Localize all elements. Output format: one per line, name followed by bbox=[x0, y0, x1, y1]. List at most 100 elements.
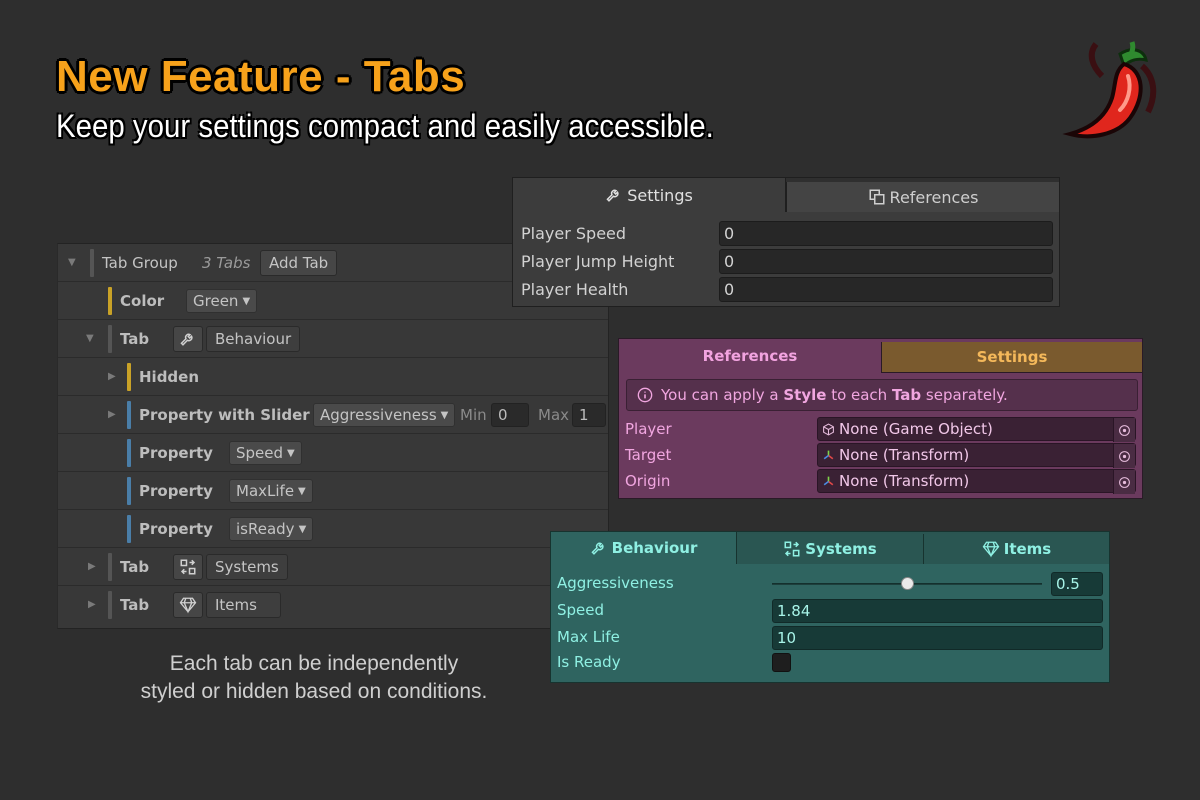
hidden-label: Hidden bbox=[139, 368, 200, 386]
player-health-field[interactable]: 0 bbox=[719, 276, 1053, 302]
max-life-label: Max Life bbox=[557, 628, 620, 646]
origin-reference-label: Origin bbox=[625, 472, 671, 490]
tab-settings-label: Settings bbox=[976, 348, 1048, 366]
tab-behaviour[interactable]: Behaviour bbox=[551, 532, 737, 564]
row-accent-bar bbox=[108, 553, 112, 581]
caption: Each tab can be independently styled or … bbox=[140, 650, 488, 706]
object-picker-icon[interactable] bbox=[1113, 470, 1135, 494]
tab-settings-label: Settings bbox=[627, 185, 693, 205]
property-dropdown[interactable]: isReady ▼ bbox=[229, 517, 314, 541]
player-speed-row: Player Speed 0 bbox=[521, 220, 1053, 246]
slider-property-row: ▶ Property with Slider Aggressiveness ▼ M… bbox=[58, 396, 608, 434]
headline-title: New Feature - Tabs bbox=[56, 52, 466, 101]
foldout-expanded-icon[interactable]: ▼ bbox=[86, 334, 96, 344]
tab-references-label: References bbox=[702, 347, 798, 365]
tab-name-field[interactable]: Behaviour bbox=[206, 326, 301, 352]
player-reference-label: Player bbox=[625, 420, 672, 438]
row-accent-bar bbox=[127, 363, 131, 391]
tab-systems-row: ▶ Tab Systems bbox=[58, 548, 608, 586]
info-box: You can apply a Style to each Tab separa… bbox=[626, 379, 1138, 411]
tab-group-label: Tab Group bbox=[102, 254, 178, 272]
row-accent-bar bbox=[108, 325, 112, 353]
is-ready-row: Is Ready bbox=[557, 651, 1103, 675]
swap-icon[interactable] bbox=[173, 554, 203, 580]
player-health-label: Player Health bbox=[521, 279, 629, 299]
foldout-collapsed-icon[interactable]: ▶ bbox=[108, 410, 118, 420]
info-text: You can apply a Style to each Tab separa… bbox=[661, 386, 1008, 404]
row-accent-bar bbox=[127, 401, 131, 429]
player-speed-field[interactable]: 0 bbox=[719, 220, 1053, 246]
property-dropdown[interactable]: MaxLife ▼ bbox=[229, 479, 313, 503]
origin-reference-value: None (Transform) bbox=[839, 472, 970, 490]
target-reference-value: None (Transform) bbox=[839, 446, 970, 464]
tab-name-field[interactable]: Systems bbox=[206, 554, 288, 580]
settings-panel: Settings References Player Speed 0 Playe… bbox=[512, 177, 1060, 307]
is-ready-checkbox[interactable] bbox=[772, 653, 791, 672]
add-tab-button[interactable]: Add Tab bbox=[260, 250, 338, 276]
speed-field[interactable]: 1.84 bbox=[772, 599, 1103, 623]
color-value: Green bbox=[193, 292, 239, 310]
tab-systems[interactable]: Systems bbox=[737, 534, 924, 564]
color-dropdown[interactable]: Green ▼ bbox=[186, 289, 258, 313]
info-icon bbox=[637, 387, 653, 403]
aggressiveness-slider-knob[interactable] bbox=[900, 577, 914, 590]
caret-down-icon: ▼ bbox=[298, 523, 307, 535]
player-reference-field[interactable]: None (Game Object) bbox=[817, 417, 1136, 442]
property-row-speed: Property Speed ▼ bbox=[58, 434, 608, 472]
property-label: Property bbox=[139, 520, 213, 538]
aggressiveness-field[interactable]: 0.5 bbox=[1051, 572, 1103, 596]
foldout-collapsed-icon[interactable]: ▶ bbox=[108, 372, 118, 382]
object-picker-icon[interactable] bbox=[1113, 444, 1135, 468]
is-ready-label: Is Ready bbox=[557, 653, 621, 671]
player-jump-height-field[interactable]: 0 bbox=[719, 248, 1053, 274]
player-speed-label: Player Speed bbox=[521, 223, 627, 243]
player-jump-height-row: Player Jump Height 0 bbox=[521, 248, 1053, 274]
chili-pepper-logo bbox=[1062, 41, 1157, 139]
foldout-expanded-icon[interactable]: ▼ bbox=[68, 258, 78, 268]
wrench-icon[interactable] bbox=[173, 326, 203, 352]
player-jump-height-label: Player Jump Height bbox=[521, 251, 675, 271]
object-picker-icon[interactable] bbox=[1113, 418, 1135, 442]
max-field[interactable]: 1 bbox=[572, 403, 606, 427]
target-reference-field[interactable]: None (Transform) bbox=[817, 443, 1136, 468]
property-value: isReady bbox=[236, 520, 295, 538]
max-label: Max bbox=[538, 406, 570, 424]
settings-panel-tabs: Settings References bbox=[513, 178, 1059, 212]
tab-settings[interactable]: Settings bbox=[881, 342, 1142, 373]
tab-items-row: ▶ Tab Items bbox=[58, 586, 608, 624]
min-label: Min bbox=[460, 406, 487, 424]
tab-references-label: References bbox=[889, 187, 979, 207]
copy-icon bbox=[869, 189, 885, 205]
tab-settings[interactable]: Settings bbox=[513, 178, 786, 212]
property-label: Property bbox=[139, 482, 213, 500]
slider-property-dropdown[interactable]: Aggressiveness ▼ bbox=[313, 403, 456, 427]
property-dropdown[interactable]: Speed ▼ bbox=[229, 441, 302, 465]
max-life-row: Max Life 10 bbox=[557, 626, 1103, 650]
transform-icon bbox=[823, 476, 834, 485]
caption-line-2: styled or hidden based on conditions. bbox=[140, 680, 488, 703]
property-value: Speed bbox=[236, 444, 284, 462]
caption-line-1: Each tab can be independently bbox=[169, 652, 459, 675]
tab-references[interactable]: References bbox=[619, 339, 881, 373]
tab-systems-label: Systems bbox=[805, 540, 877, 558]
tab-count: 3 Tabs bbox=[202, 254, 251, 272]
row-accent-bar bbox=[127, 477, 131, 505]
caret-down-icon: ▼ bbox=[287, 447, 295, 459]
max-life-field[interactable]: 10 bbox=[772, 626, 1103, 650]
property-value: MaxLife bbox=[236, 482, 295, 500]
origin-reference-field[interactable]: None (Transform) bbox=[817, 469, 1136, 494]
gem-icon[interactable] bbox=[173, 592, 203, 618]
row-accent-bar bbox=[127, 439, 131, 467]
tab-name-field[interactable]: Items bbox=[206, 592, 281, 618]
aggressiveness-label: Aggressiveness bbox=[557, 574, 674, 592]
foldout-collapsed-icon[interactable]: ▶ bbox=[88, 562, 98, 572]
foldout-collapsed-icon[interactable]: ▶ bbox=[88, 600, 98, 610]
tab-references[interactable]: References bbox=[786, 182, 1059, 212]
headline-subtitle: Keep your settings compact and easily ac… bbox=[56, 108, 714, 144]
row-accent-bar bbox=[127, 515, 131, 543]
tab-items[interactable]: Items bbox=[924, 534, 1109, 564]
origin-reference-row: Origin None (Transform) bbox=[625, 469, 1136, 494]
row-accent-bar bbox=[108, 287, 112, 315]
min-field[interactable]: 0 bbox=[491, 403, 529, 427]
gem-icon bbox=[982, 541, 1000, 558]
